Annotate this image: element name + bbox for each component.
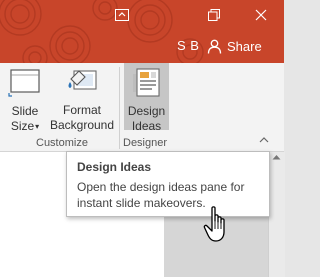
close-icon [255,9,267,21]
share-label: Share [227,38,262,54]
tooltip-title: Design Ideas [77,160,152,174]
ribbon-display-options-icon [115,9,129,21]
restore-icon [208,9,220,21]
scroll-up-icon[interactable] [272,154,281,160]
design-ideas-label-line1: Design [127,104,166,118]
user-initials[interactable]: S B [177,38,199,53]
hand-pointer-cursor-icon [203,206,225,242]
format-background-icon [68,70,97,90]
collapse-ribbon-button[interactable] [259,134,269,146]
slide-size-label-line2: Size [10,119,35,133]
vertical-scrollbar[interactable] [268,152,285,277]
restore-button[interactable] [201,4,227,26]
collapse-ribbon-icon [259,137,269,143]
person-icon [207,39,222,54]
slide-size-button[interactable]: Slide Size▾ [5,63,45,134]
design-ideas-tooltip: Design Ideas Open the design ideas pane … [66,151,270,217]
format-background-label-line2: Background [49,118,115,132]
title-bar: S B Share [0,0,284,63]
slide-size-icon [8,69,40,97]
share-button[interactable]: Share [207,34,262,58]
design-ideas-button[interactable]: Design Ideas [124,63,169,133]
ribbon: Slide Size▾ Format Background Design Ide… [0,63,284,152]
design-ideas-icon [132,68,160,97]
close-button[interactable] [248,4,274,26]
design-ideas-label-line2: Ideas [131,119,162,133]
group-separator [119,67,120,149]
format-background-label-line1: Format [62,103,101,117]
chevron-down-icon: ▾ [35,122,40,131]
group-label-designer: Designer [123,137,168,149]
slide-size-label-line1: Slide [11,104,39,118]
ribbon-display-options-button[interactable] [109,4,135,26]
group-label-customize: Customize [36,137,88,149]
format-background-button[interactable]: Format Background [46,63,118,133]
